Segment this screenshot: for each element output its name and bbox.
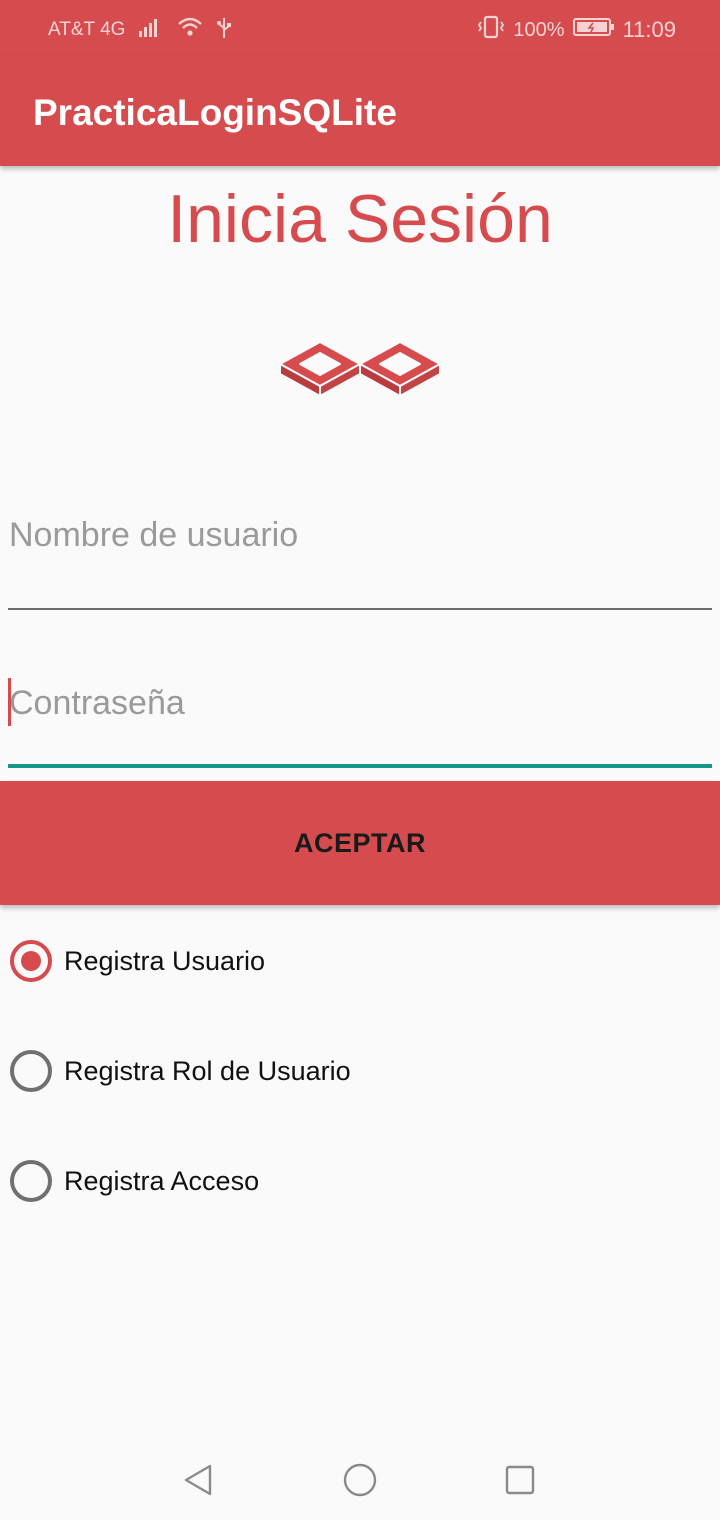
login-heading: Inicia Sesión (167, 181, 553, 257)
usb-icon (217, 16, 232, 44)
password-field[interactable]: Contraseña (8, 676, 712, 768)
back-icon[interactable] (180, 1460, 220, 1500)
recent-apps-icon[interactable] (500, 1460, 540, 1500)
signal-icon (139, 17, 163, 43)
status-right: 100% 11:09 (477, 15, 676, 45)
wifi-icon (177, 17, 203, 43)
radio-label: Registra Acceso (64, 1165, 260, 1196)
radio-checked-icon[interactable] (10, 940, 52, 982)
carrier-label: AT&T 4G (48, 19, 126, 40)
infinity-logo-icon (278, 326, 442, 398)
status-left: AT&T 4G (48, 16, 232, 44)
radio-unchecked-icon[interactable] (10, 1050, 52, 1092)
radio-option-registra-usuario[interactable]: Registra Usuario (10, 939, 610, 983)
screen: AT&T 4G 100% 11:09 PracticaLoginSQLite I… (0, 0, 720, 1520)
app-title: PracticaLoginSQLite (33, 92, 397, 133)
home-icon[interactable] (340, 1460, 380, 1500)
app-bar: PracticaLoginSQLite (0, 56, 720, 166)
battery-percent: 100% (513, 18, 565, 41)
clock: 11:09 (622, 17, 676, 42)
text-cursor (8, 678, 11, 726)
navigation-bar (0, 1440, 720, 1520)
accept-button[interactable]: ACEPTAR (0, 781, 720, 905)
radio-option-registra-rol[interactable]: Registra Rol de Usuario (10, 1049, 610, 1093)
battery-icon (572, 16, 615, 44)
radio-label: Registra Usuario (64, 945, 266, 976)
radio-option-registra-acceso[interactable]: Registra Acceso (10, 1159, 610, 1203)
password-placeholder: Contraseña (9, 684, 185, 722)
username-field[interactable]: Nombre de usuario (8, 512, 712, 610)
radio-unchecked-icon[interactable] (10, 1160, 52, 1202)
status-bar: AT&T 4G 100% 11:09 (0, 0, 720, 56)
vibrate-icon (477, 15, 505, 45)
radio-label: Registra Rol de Usuario (64, 1055, 351, 1086)
username-placeholder: Nombre de usuario (9, 516, 299, 554)
